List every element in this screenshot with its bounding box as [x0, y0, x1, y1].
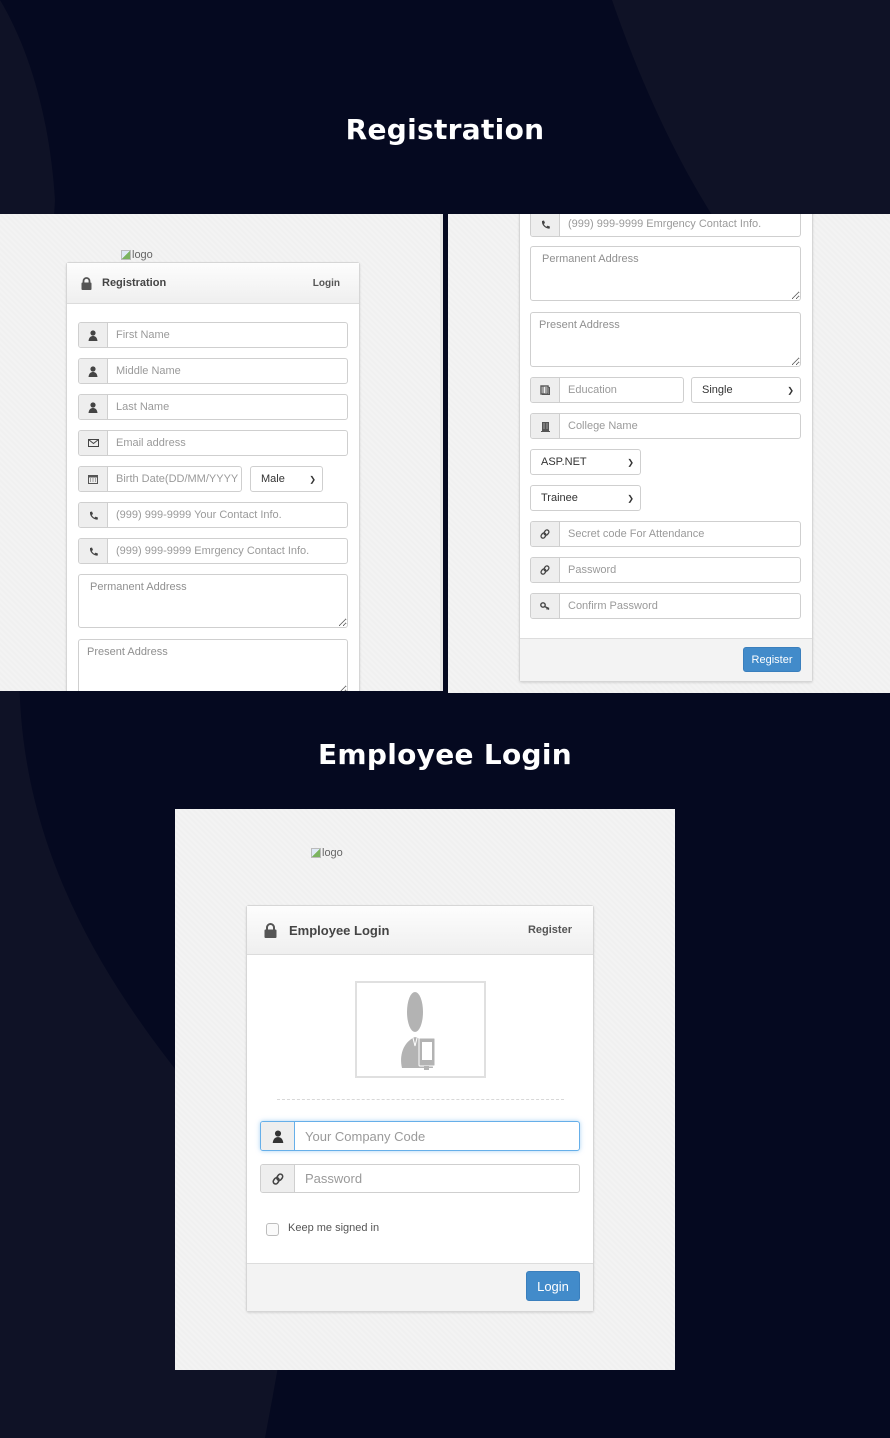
permanent-address-textarea[interactable]: [78, 574, 348, 628]
emergency-contact-field: [530, 214, 801, 237]
registration-screenshot-top: logo Registration Login Male ❯: [0, 214, 443, 691]
marital-status-select-value: Single: [702, 384, 733, 396]
contact-field: [78, 502, 348, 528]
building-icon: [531, 414, 560, 438]
designation-select[interactable]: Trainee ❯: [530, 485, 641, 511]
emergency-contact-input[interactable]: [560, 214, 800, 236]
password-field: [260, 1164, 580, 1193]
chevron-down-icon: ❯: [309, 474, 316, 484]
calendar-icon: [79, 467, 108, 491]
registration-screenshot-bottom: Single ❯ ASP.NET ❯ Trainee ❯ Register: [448, 214, 890, 693]
divider: [277, 1099, 564, 1100]
register-button[interactable]: Register: [743, 647, 801, 672]
confirm-password-input[interactable]: [560, 594, 800, 618]
logo-alt-text: logo: [132, 249, 153, 261]
company-code-field: [260, 1121, 580, 1151]
user-icon: [261, 1122, 295, 1150]
login-button[interactable]: Login: [526, 1271, 580, 1301]
education-field: [530, 377, 684, 403]
middle-name-field: [78, 358, 348, 384]
scrollbar-track[interactable]: [440, 214, 443, 691]
key-icon: [531, 594, 560, 618]
login-link[interactable]: Login: [313, 278, 340, 289]
phone-icon: [79, 503, 108, 527]
phone-icon: [79, 539, 108, 563]
keep-signed-in-checkbox[interactable]: [266, 1223, 279, 1236]
link-icon: [531, 522, 560, 546]
gender-select[interactable]: Male ❯: [250, 466, 323, 492]
password-field: [530, 557, 801, 583]
user-icon: [79, 323, 108, 347]
lock-icon: [81, 276, 92, 290]
technology-select[interactable]: ASP.NET ❯: [530, 449, 641, 475]
first-name-input[interactable]: [108, 323, 347, 347]
email-input[interactable]: [108, 431, 347, 455]
emergency-contact-input[interactable]: [108, 539, 347, 563]
chevron-down-icon: ❯: [627, 457, 634, 467]
secret-code-input[interactable]: [560, 522, 800, 546]
present-address-textarea[interactable]: [530, 312, 801, 367]
employee-login-screenshot: logo Employee Login Register Your Compan…: [175, 809, 675, 1370]
contact-input[interactable]: [108, 503, 347, 527]
book-icon: [531, 378, 560, 402]
college-name-field: [530, 413, 801, 439]
link-icon: [531, 558, 560, 582]
panel-title: Employee Login: [289, 922, 390, 938]
panel-title: Registration: [102, 277, 167, 289]
chevron-down-icon: ❯: [787, 385, 794, 395]
last-name-field: [78, 394, 348, 420]
college-name-input[interactable]: [560, 414, 800, 438]
register-link[interactable]: Register: [528, 924, 572, 936]
employee-login-heading: Employee Login: [317, 738, 572, 771]
company-code-input[interactable]: [295, 1122, 579, 1150]
present-address-textarea[interactable]: [78, 639, 348, 691]
birth-date-field: [78, 466, 242, 492]
secret-code-field: [530, 521, 801, 547]
phone-icon: [531, 214, 560, 236]
emergency-contact-field: [78, 538, 348, 564]
employee-avatar: [355, 981, 486, 1078]
marital-status-select[interactable]: Single ❯: [691, 377, 801, 403]
chevron-down-icon: ❯: [627, 493, 634, 503]
keep-signed-in-label: Keep me signed in: [288, 1222, 380, 1234]
background-curve-right: [612, 0, 890, 215]
panel-header: Registration Login: [67, 263, 359, 304]
employee-with-tablet-icon: [400, 991, 435, 1070]
registration-heading: Registration: [345, 113, 545, 146]
password-input[interactable]: [295, 1165, 579, 1192]
education-input[interactable]: [560, 378, 683, 402]
permanent-address-textarea[interactable]: [530, 246, 801, 301]
last-name-input[interactable]: [108, 395, 347, 419]
envelope-icon: [79, 431, 108, 455]
logo-alt-text: logo: [322, 847, 343, 859]
designation-select-value: Trainee: [541, 492, 578, 504]
birth-date-input[interactable]: [108, 467, 241, 491]
user-icon: [79, 395, 108, 419]
first-name-field: [78, 322, 348, 348]
technology-select-value: ASP.NET: [541, 456, 587, 468]
panel-header: Employee Login Register: [247, 906, 593, 955]
password-input[interactable]: [560, 558, 800, 582]
lock-icon: [264, 922, 277, 938]
gender-select-value: Male: [261, 473, 285, 485]
keep-signed-in-option[interactable]: Keep me signed in: [266, 1220, 379, 1236]
confirm-password-field: [530, 593, 801, 619]
broken-image-icon: [121, 250, 131, 260]
broken-image-icon: [311, 848, 321, 858]
user-icon: [79, 359, 108, 383]
middle-name-input[interactable]: [108, 359, 347, 383]
logo-image: logo: [121, 249, 153, 261]
logo-image: logo: [311, 847, 343, 859]
email-field: [78, 430, 348, 456]
employee-login-panel: Employee Login Register Keep me sign: [246, 905, 594, 1312]
link-icon: [261, 1165, 295, 1192]
